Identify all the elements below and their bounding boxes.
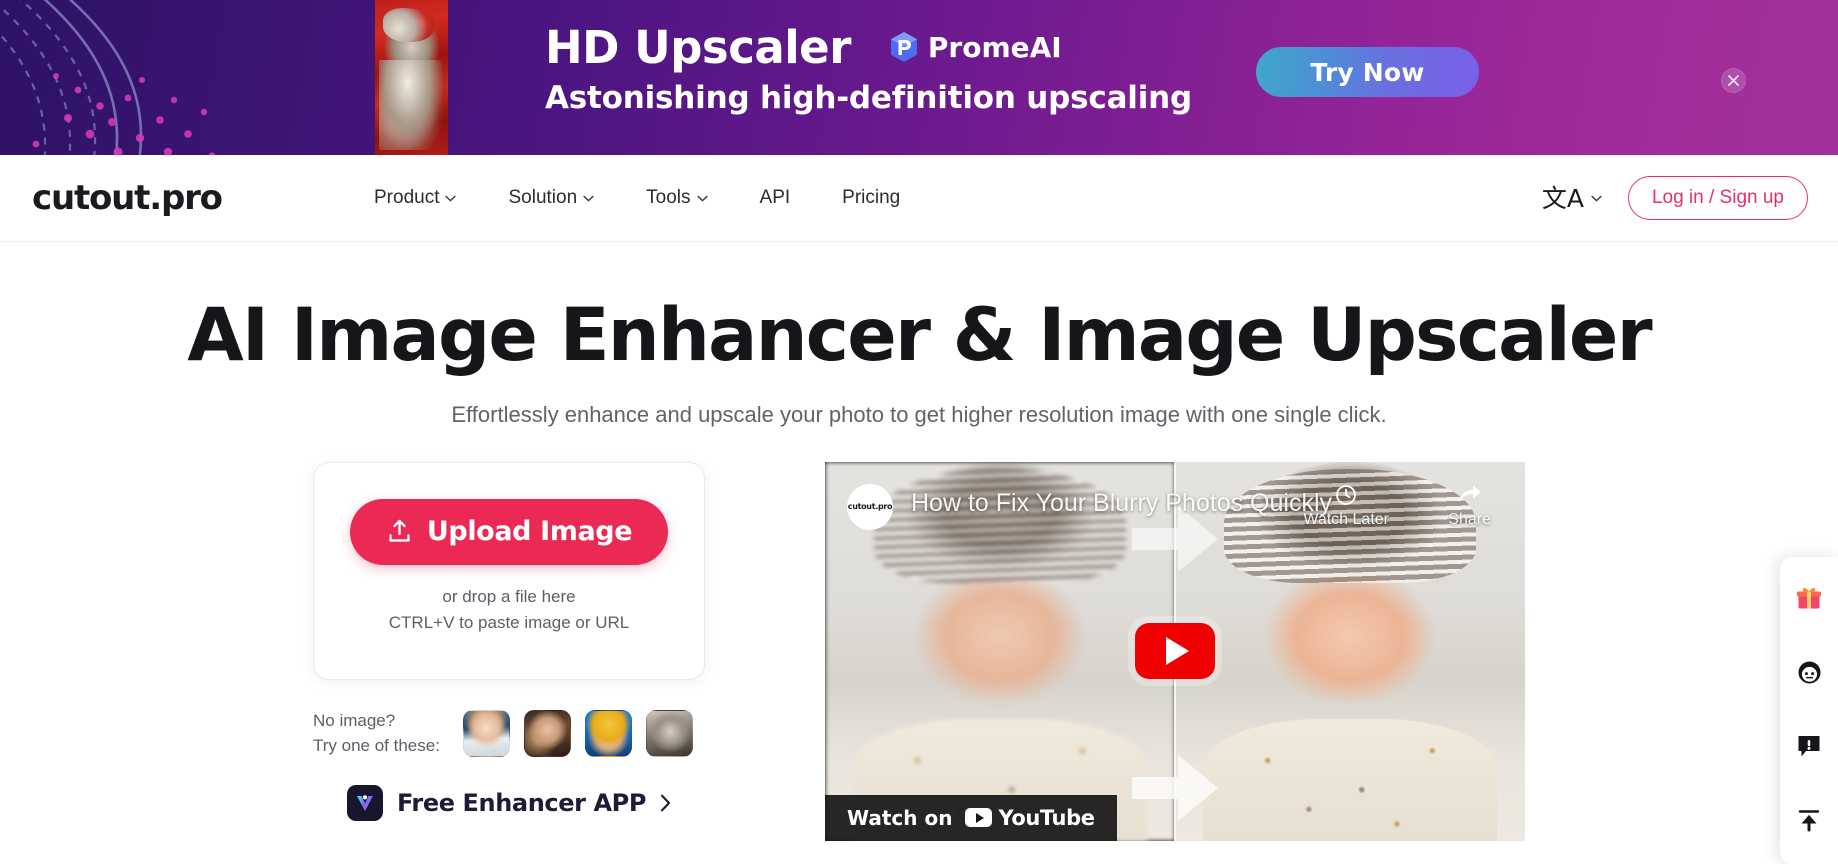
promeai-brand-label: PromeAI [927,30,1062,64]
page-subtitle: Effortlessly enhance and upscale your ph… [451,401,1387,427]
banner-subtitle: Astonishing high-definition upscaling [545,80,1193,116]
avatar-support-icon[interactable] [1794,657,1824,687]
main-content-row: Upload Image or drop a file here CTRL+V … [0,461,1838,841]
nav-item-product-label: Product [374,187,440,208]
feedback-icon[interactable] [1794,731,1824,761]
nav-item-solution-label: Solution [508,187,578,208]
close-x-glyph [1728,75,1739,86]
drop-hint-primary: or drop a file here [442,586,576,606]
sample-thumbnail-woman[interactable] [524,709,571,757]
translate-glyph: 文A [1541,183,1584,213]
nav-item-product[interactable]: Product [348,187,482,209]
avatar-glyph [1798,661,1820,683]
chevron-right-icon [660,794,671,812]
back-to-top-glyph [1798,810,1820,832]
sample-thumbnail-girl[interactable] [463,709,510,757]
sample-label-line-1: No image? [313,710,396,730]
wolf-thumbnail [375,0,448,155]
promeai-logo: PromeAI [889,31,1062,64]
upload-column: Upload Image or drop a file here CTRL+V … [313,461,705,821]
nav-links: Product Solution Tools API Pricing [348,187,926,209]
youtube-play-badge-icon [965,808,993,828]
enhancer-app-icon [346,784,383,821]
baby-hat-blurred [874,469,1126,583]
main-navbar: cutout.pro Product Solution Tools API Pr… [0,155,1838,242]
youtube-play-badge-triangle [975,812,984,823]
nav-item-pricing[interactable]: Pricing [816,187,926,209]
chevron-down-icon [445,195,457,201]
chevron-down-icon [583,195,594,201]
page-title: AI Image Enhancer & Image Upscaler [187,293,1652,378]
translate-icon[interactable]: 文A [1542,186,1602,211]
chevron-down-icon [1591,195,1602,201]
share-label: Share [1448,510,1491,528]
site-logo[interactable]: cutout.pro [32,178,223,218]
back-to-top-icon[interactable] [1794,805,1824,835]
chevron-down-icon [696,195,708,201]
feedback-glyph [1798,736,1820,757]
try-now-button[interactable]: Try Now [1256,47,1479,97]
nav-item-tools[interactable]: Tools [620,187,733,209]
sample-thumbnail-anime[interactable] [585,709,632,757]
video-title[interactable]: How to Fix Your Blurry Photos Quickly [911,489,1332,518]
upload-image-button[interactable]: Upload Image [350,498,668,565]
watch-on-label: Watch on [847,805,953,830]
youtube-logo: YouTube [965,805,1095,830]
baby-body-sharp [1203,719,1497,841]
close-icon[interactable] [1721,68,1746,93]
video-channel-avatar[interactable]: cutout.pro [847,483,893,530]
sample-label-line-2: Try one of these: [313,736,440,756]
drop-hint-secondary: CTRL+V to paste image or URL [388,612,630,632]
watch-on-youtube-button[interactable]: Watch on YouTube [825,794,1117,841]
youtube-play-icon[interactable] [1135,623,1215,680]
watch-later-button[interactable]: Watch Later [1303,484,1389,529]
promo-banner[interactable]: HD Upscaler PromeAI Astonishing high-def… [0,0,1838,155]
banner-text-block: HD Upscaler PromeAI Astonishing high-def… [545,18,1193,117]
upload-dropzone[interactable]: Upload Image or drop a file here CTRL+V … [313,461,705,680]
watch-later-label: Watch Later [1303,510,1389,528]
youtube-wordmark: YouTube [998,805,1095,830]
upload-image-label: Upload Image [426,516,633,548]
clock-icon [1336,484,1357,505]
free-enhancer-app-link[interactable]: Free Enhancer APP [313,784,705,821]
nav-item-tools-label: Tools [646,187,691,208]
sample-thumbnail-vintage[interactable] [646,709,693,757]
share-arrow-icon [1458,485,1481,502]
nav-right-group: 文A Log in / Sign up [1542,176,1808,220]
compare-arrow-down-icon [1132,754,1218,821]
floating-side-rail [1780,557,1838,864]
gift-glyph [1797,588,1821,609]
sample-images-label: No image? Try one of these: [313,708,463,759]
enhancer-app-glyph [356,794,373,811]
nav-item-api-label: API [759,187,791,208]
banner-decoration [0,0,216,155]
login-signup-button[interactable]: Log in / Sign up [1627,176,1808,220]
youtube-video-embed[interactable]: cutout.pro How to Fix Your Blurry Photos… [825,461,1525,841]
upload-icon [389,519,410,542]
nav-item-api[interactable]: API [734,187,817,209]
nav-item-solution[interactable]: Solution [482,187,620,209]
nav-item-pricing-label: Pricing [842,187,901,208]
sample-images-row: No image? Try one of these: [313,708,705,759]
banner-title: HD Upscaler [545,20,851,74]
sample-thumbnails [463,709,693,757]
share-button[interactable]: Share [1448,484,1491,529]
promeai-mark-icon [890,32,917,62]
free-enhancer-app-label: Free Enhancer APP [396,788,647,817]
hero-section: AI Image Enhancer & Image Upscaler Effor… [0,293,1838,841]
play-triangle [1166,637,1189,666]
gift-icon[interactable] [1794,583,1824,613]
